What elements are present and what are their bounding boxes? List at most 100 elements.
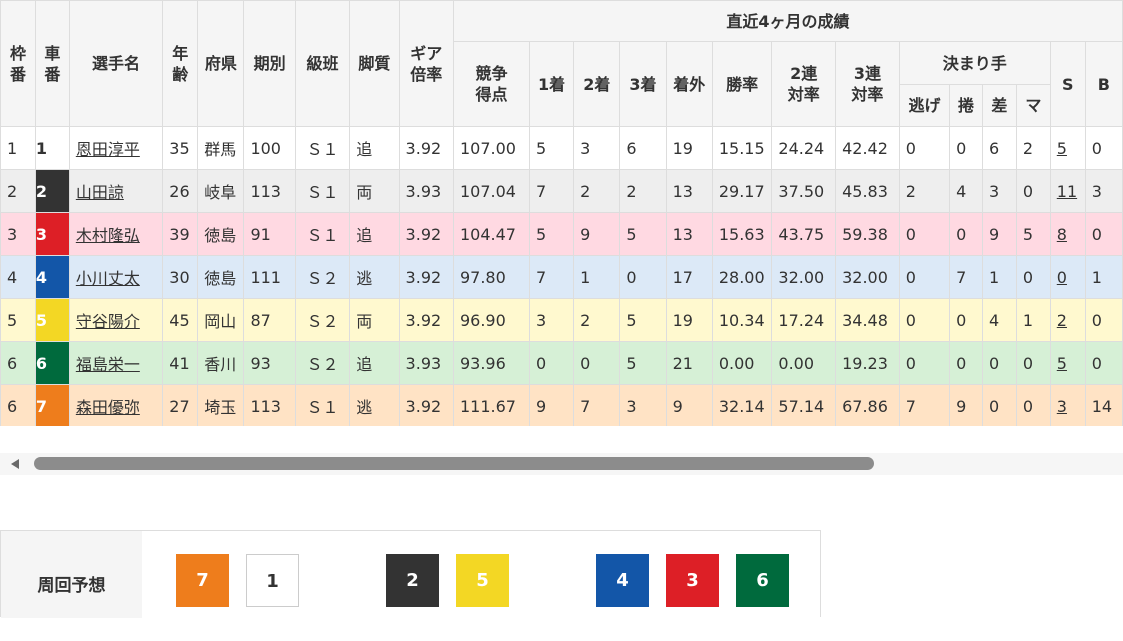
b-count: 0 [1084, 298, 1123, 342]
racer-name-link[interactable]: 恩田淳平 [76, 140, 140, 159]
second-count: 9 [573, 212, 621, 256]
racer-name-link[interactable]: 守谷陽介 [76, 312, 140, 331]
makuri-count: 0 [949, 126, 983, 170]
quinella-rate-cell: 37.50 [771, 169, 837, 213]
racer-name: 守谷陽介 [68, 298, 164, 342]
third-count: 5 [619, 298, 667, 342]
racer-name: 木村隆弘 [68, 212, 164, 256]
third-count: 5 [619, 212, 667, 256]
s-count-link[interactable]: 8 [1057, 225, 1067, 244]
term-cell: 87 [243, 298, 296, 342]
first-count: 3 [528, 298, 575, 342]
pref-cell: 埼玉 [197, 384, 245, 426]
age-cell: 41 [162, 341, 199, 385]
trio-rate-cell: 34.48 [835, 298, 900, 342]
b-count: 1 [1084, 255, 1123, 299]
header-gear: ギア倍率 [398, 0, 454, 127]
mark-count: 2 [1015, 126, 1051, 170]
third-count: 5 [619, 341, 667, 385]
scrollbar-thumb[interactable] [34, 457, 874, 470]
s-count-link[interactable]: 3 [1057, 397, 1067, 416]
quinella-rate-cell: 24.24 [771, 126, 837, 170]
legs-cell: 両 [349, 169, 400, 213]
out-count: 21 [665, 341, 713, 385]
class-cell: Ｓ１ [294, 126, 351, 170]
win-rate-cell: 28.00 [711, 255, 773, 299]
table-row: 2 2 山田諒 26 岐阜 113 Ｓ１ 両 3.93 107.04 7 2 2 13 29.17 37.50… [0, 169, 1123, 213]
car-number: 4 [34, 255, 70, 299]
makuri-count: 0 [949, 298, 983, 342]
score-cell: 104.47 [452, 212, 531, 256]
header-makuri: 捲 [949, 84, 983, 127]
scroll-left-icon[interactable] [11, 459, 19, 469]
gear-cell: 3.92 [398, 384, 454, 426]
prediction-chip: 6 [736, 554, 789, 607]
legs-cell: 追 [349, 212, 400, 256]
header-sashi: 差 [981, 84, 1017, 127]
horizontal-scrollbar[interactable] [0, 453, 1123, 475]
sashi-count: 1 [981, 255, 1017, 299]
out-count: 13 [665, 212, 713, 256]
s-count: 0 [1049, 255, 1086, 299]
out-count: 17 [665, 255, 713, 299]
header-sha: 車番 [34, 0, 70, 127]
header-pref: 府県 [197, 0, 245, 127]
header-waku: 枠番 [0, 0, 36, 127]
racer-name-link[interactable]: 山田諒 [76, 183, 124, 202]
header-mark: マ [1015, 84, 1051, 127]
trio-rate-cell: 45.83 [835, 169, 900, 213]
score-cell: 93.96 [452, 341, 531, 385]
s-count: 5 [1049, 341, 1086, 385]
s-count-link[interactable]: 2 [1057, 311, 1067, 330]
makuri-count: 0 [949, 341, 983, 385]
table-header: 枠番 車番 選手名 年齢 府県 期別 級班 脚質 ギア倍率 直近4ヶ月の成績 競… [0, 0, 1123, 127]
b-count: 3 [1084, 169, 1123, 213]
s-count: 11 [1049, 169, 1086, 213]
s-count-link[interactable]: 5 [1057, 139, 1067, 158]
header-out: 着外 [665, 41, 713, 127]
class-cell: Ｓ２ [294, 255, 351, 299]
racer-name-link[interactable]: 森田優弥 [76, 398, 140, 417]
pref-cell: 香川 [197, 341, 245, 385]
legs-cell: 追 [349, 341, 400, 385]
term-cell: 93 [243, 341, 296, 385]
class-cell: Ｓ２ [294, 298, 351, 342]
win-rate-cell: 29.17 [711, 169, 773, 213]
sashi-count: 0 [981, 384, 1017, 426]
sashi-count: 6 [981, 126, 1017, 170]
racer-name-link[interactable]: 木村隆弘 [76, 226, 140, 245]
table-row: 1 1 恩田淳平 35 群馬 100 Ｓ１ 追 3.92 107.00 5 3 6 19 15.15 24.2… [0, 126, 1123, 170]
header-score: 競争得点 [452, 41, 531, 127]
racer-name-link[interactable]: 福島栄一 [76, 355, 140, 374]
s-count-link[interactable]: 11 [1057, 182, 1077, 201]
sashi-count: 9 [981, 212, 1017, 256]
win-rate-cell: 15.63 [711, 212, 773, 256]
class-cell: Ｓ１ [294, 384, 351, 426]
mark-count: 0 [1015, 341, 1051, 385]
third-count: 0 [619, 255, 667, 299]
score-cell: 97.80 [452, 255, 531, 299]
header-class: 級班 [294, 0, 351, 127]
out-count: 13 [665, 169, 713, 213]
table-row: 3 3 木村隆弘 39 徳島 91 Ｓ１ 追 3.92 104.47 5 9 5 13 15.63 43.75… [0, 212, 1123, 256]
second-count: 2 [573, 169, 621, 213]
third-count: 6 [619, 126, 667, 170]
nige-count: 7 [898, 384, 951, 426]
s-count: 8 [1049, 212, 1086, 256]
win-rate-cell: 15.15 [711, 126, 773, 170]
waku-cell: 4 [0, 255, 36, 299]
win-rate-cell: 10.34 [711, 298, 773, 342]
makuri-count: 7 [949, 255, 983, 299]
waku-cell: 1 [0, 126, 36, 170]
header-second: 2着 [573, 41, 621, 127]
car-number: 7 [34, 384, 70, 426]
racer-name-link[interactable]: 小川丈太 [76, 269, 140, 288]
header-first: 1着 [528, 41, 575, 127]
waku-cell: 6 [0, 341, 36, 385]
nige-count: 2 [898, 169, 951, 213]
s-count-link[interactable]: 5 [1057, 354, 1067, 373]
b-count: 14 [1084, 384, 1123, 426]
first-count: 7 [528, 169, 575, 213]
s-count-link[interactable]: 0 [1057, 268, 1067, 287]
term-cell: 113 [243, 169, 296, 213]
